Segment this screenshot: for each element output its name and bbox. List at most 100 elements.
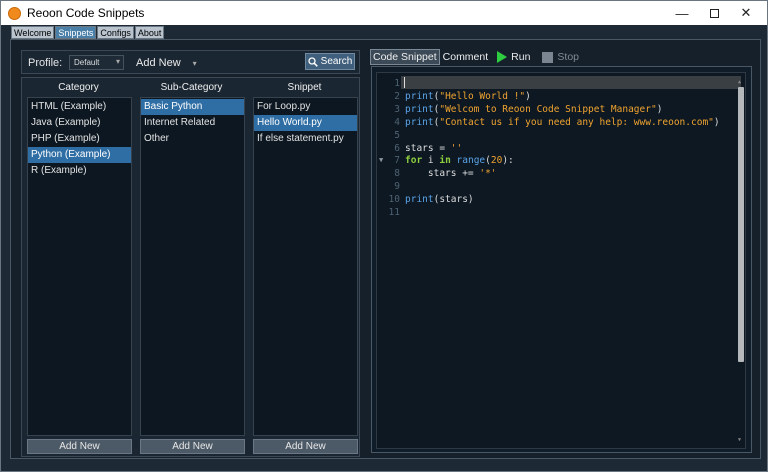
snippet-header: Snippet	[287, 82, 322, 93]
code-token: i	[422, 155, 440, 167]
line-number: 4	[394, 116, 400, 128]
subcategory-list[interactable]: Basic Python Internet Related Other	[140, 97, 245, 436]
list-item[interactable]: HTML (Example)	[28, 99, 131, 115]
run-button[interactable]: Run	[491, 49, 536, 65]
line-number: 3	[394, 103, 400, 115]
code-token: )	[656, 103, 663, 115]
code-text: print("Welcom to Reoon Code Snippet Mana…	[405, 103, 662, 116]
tab-snippets[interactable]: Snippets	[55, 26, 97, 39]
list-item[interactable]: R (Example)	[28, 163, 131, 179]
main-tab-bar: Welcome Snippets Configs About	[11, 26, 165, 39]
close-icon[interactable]: ✕	[731, 1, 761, 25]
title-bar: Reoon Code Snippets — ✕	[1, 1, 767, 25]
line-number: 6	[394, 142, 400, 154]
app-window: Reoon Code Snippets — ✕ Welcome Snippets…	[0, 0, 768, 472]
chevron-down-icon: ▾	[192, 59, 197, 68]
line-number: 11	[388, 207, 400, 218]
code-token: (stars)	[433, 194, 474, 206]
vertical-scrollbar[interactable]: ▲ ▼	[738, 79, 744, 443]
code-token: ''	[450, 142, 463, 154]
minimize-icon[interactable]: —	[667, 1, 697, 25]
line-number: 1	[394, 78, 400, 89]
editor-panel: Code Snippet Comment Run Stop 1 2 print("H…	[370, 46, 756, 456]
scroll-up-icon[interactable]: ▲	[738, 79, 741, 85]
profile-dropdown[interactable]: Default ▾	[69, 55, 124, 70]
line-number: 2	[394, 90, 400, 102]
scroll-down-icon[interactable]: ▼	[738, 437, 741, 443]
code-token: print	[405, 116, 434, 128]
line-number: 9	[394, 181, 400, 193]
maximize-icon[interactable]	[699, 1, 729, 25]
line-number: 8	[394, 168, 400, 180]
snippet-list[interactable]: For Loop.py Hello World.py If else stateme…	[253, 97, 358, 436]
subcategory-column: Sub-Category Basic Python Internet Relate…	[138, 81, 245, 456]
code-token: )	[713, 116, 720, 128]
code-token: "Contact us if you need any help: www.re…	[439, 116, 714, 128]
code-token: '*'	[479, 168, 497, 180]
list-item[interactable]: For Loop.py	[254, 99, 357, 115]
line-number: 10	[388, 194, 400, 206]
editor-toolbar: Code Snippet Comment Run Stop	[370, 48, 585, 66]
add-category-button[interactable]: Add New	[27, 439, 132, 454]
tab-configs[interactable]: Configs	[97, 26, 134, 39]
profile-selected-value: Default	[74, 58, 100, 67]
code-token: 20	[490, 155, 503, 167]
code-token: print	[405, 103, 434, 115]
code-token: for	[405, 155, 423, 167]
add-subcategory-button[interactable]: Add New	[140, 439, 245, 454]
code-token: range	[456, 155, 486, 167]
list-item[interactable]: Python (Example)	[28, 147, 131, 163]
search-button[interactable]: Search	[305, 53, 355, 70]
code-text: stars += '*'	[405, 167, 497, 180]
fold-toggle-icon[interactable]: ▼	[379, 154, 383, 167]
code-token: print	[405, 90, 434, 102]
code-token: in	[439, 155, 451, 167]
tab-welcome[interactable]: Welcome	[11, 26, 55, 39]
profile-label: Profile:	[28, 57, 63, 69]
code-token: print	[405, 194, 434, 206]
code-editor[interactable]: 1 2 print("Hello World !") 3 print("Welcom t…	[376, 72, 746, 449]
current-line-highlight	[401, 76, 741, 89]
code-text: print("Hello World !")	[405, 90, 531, 103]
editor-frame: 1 2 print("Hello World !") 3 print("Welcom t…	[371, 66, 752, 453]
code-text: print(stars)	[405, 193, 474, 206]
category-list[interactable]: HTML (Example) Java (Example) PHP (Example…	[27, 97, 132, 436]
columns-frame: Category HTML (Example) Java (Example) PHP…	[21, 77, 360, 457]
run-label: Run	[511, 51, 531, 63]
list-item[interactable]: Hello World.py	[254, 115, 357, 131]
code-text: print("Contact us if you need any help: …	[405, 116, 720, 129]
code-token: stars =	[405, 142, 451, 154]
stop-label: Stop	[557, 51, 580, 63]
app-logo-icon	[8, 6, 21, 20]
code-token: "Hello World !"	[439, 90, 526, 102]
category-header: Category	[58, 82, 99, 93]
browser-panel: Profile: Default ▾ Add New ▾ Search Categ…	[17, 46, 364, 457]
text-cursor	[404, 77, 405, 88]
window-title: Reoon Code Snippets	[27, 6, 145, 20]
list-item[interactable]: PHP (Example)	[28, 131, 131, 147]
code-token: ):	[502, 155, 514, 167]
profile-bar: Profile: Default ▾ Add New ▾ Search	[21, 50, 360, 74]
stop-button[interactable]: Stop	[536, 49, 585, 65]
code-text: for i in range(20):	[405, 154, 514, 167]
list-item[interactable]: Java (Example)	[28, 115, 131, 131]
line-number: 5	[394, 129, 400, 141]
list-item[interactable]: Other	[141, 131, 244, 147]
list-item[interactable]: Internet Related	[141, 115, 244, 131]
code-token: "Welcom to Reoon Code Snippet Manager"	[439, 103, 657, 115]
tab-comment[interactable]: Comment	[440, 49, 492, 65]
search-icon	[308, 56, 318, 67]
code-token: stars +=	[405, 168, 480, 180]
snippet-column: Snippet For Loop.py Hello World.py If else…	[251, 81, 358, 456]
tab-code-snippet[interactable]: Code Snippet	[370, 49, 440, 65]
list-item[interactable]: Basic Python	[141, 99, 244, 115]
category-column: Category HTML (Example) Java (Example) PHP…	[25, 81, 132, 456]
add-snippet-button[interactable]: Add New	[253, 439, 358, 454]
code-token: )	[525, 90, 531, 102]
scrollbar-thumb[interactable]	[738, 87, 744, 362]
add-new-dropdown[interactable]: Add New ▾	[136, 57, 197, 69]
list-item[interactable]: If else statement.py	[254, 131, 357, 147]
search-button-label: Search	[320, 56, 353, 67]
stop-icon	[542, 51, 554, 63]
tab-about[interactable]: About	[134, 26, 165, 39]
